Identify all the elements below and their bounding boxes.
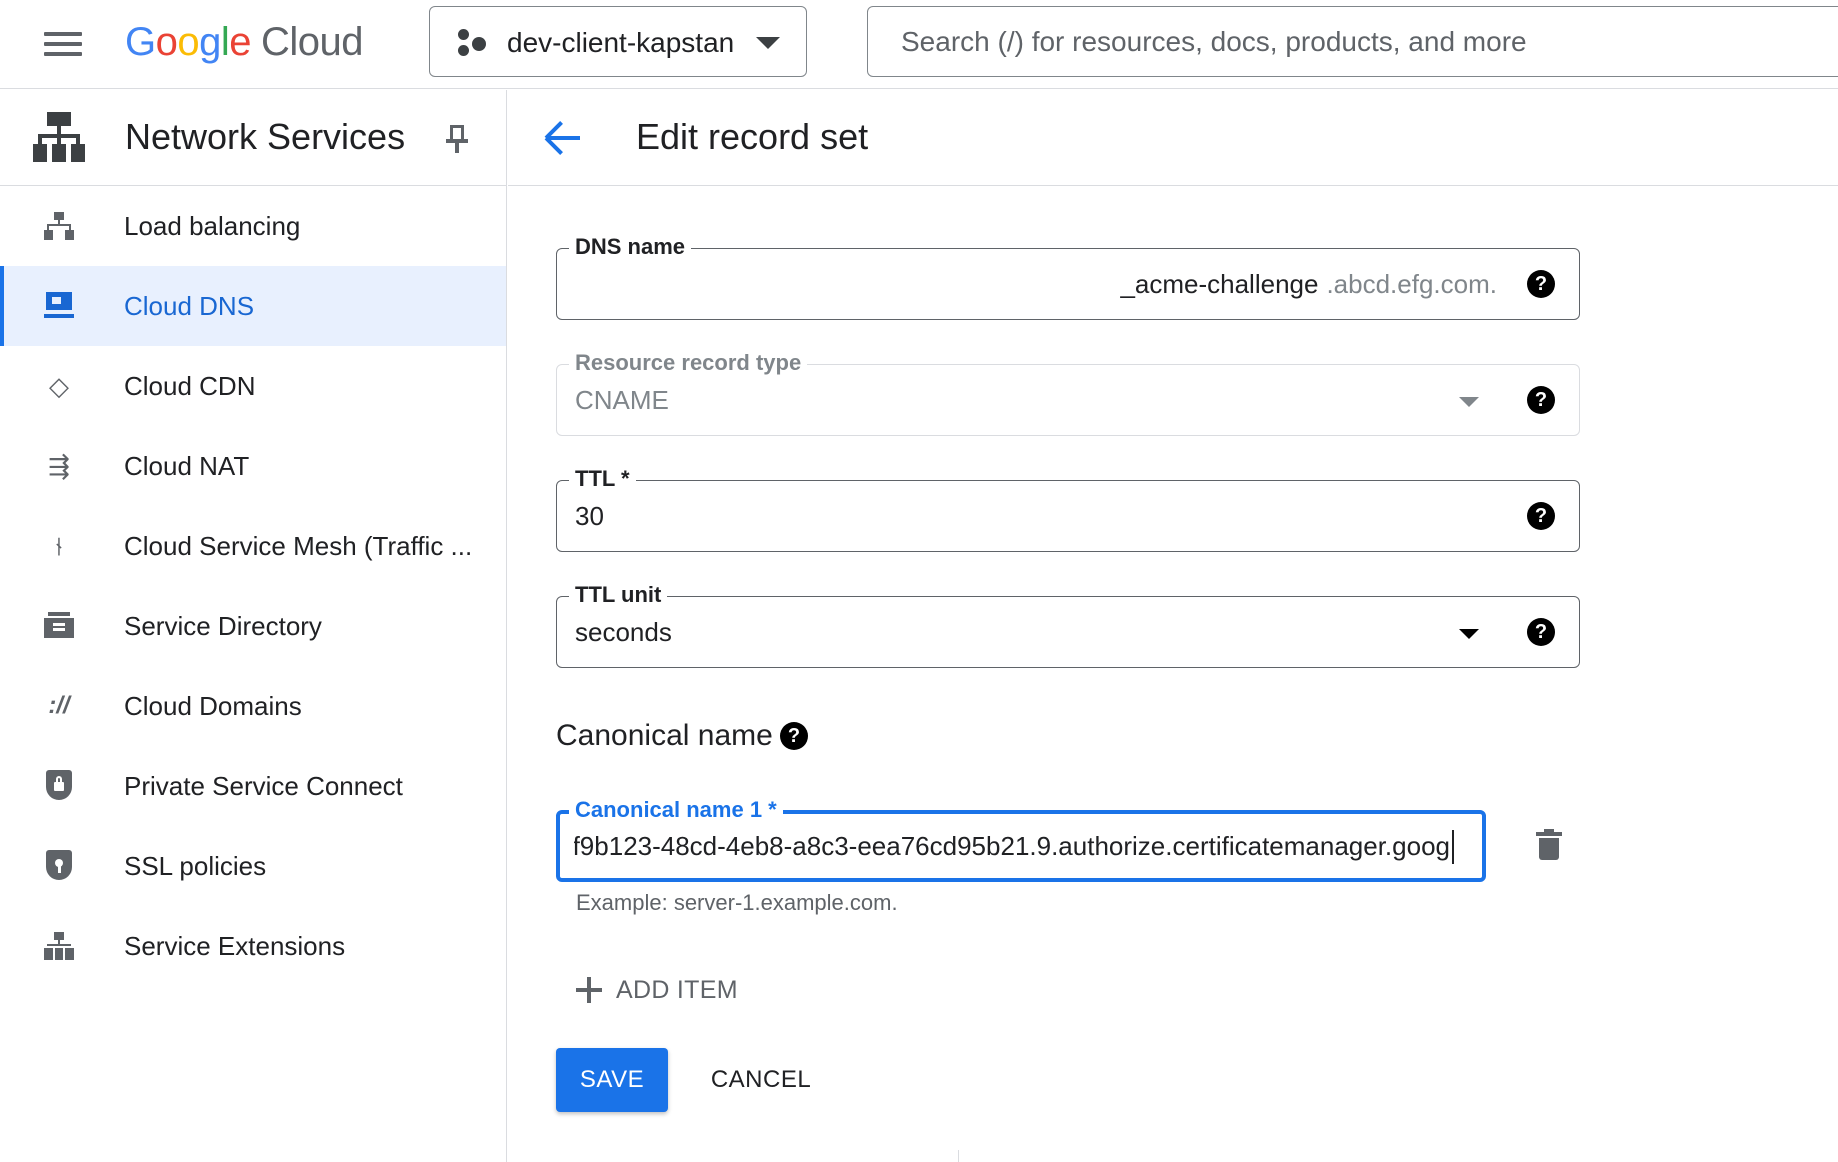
dns-name-label: DNS name bbox=[569, 233, 692, 261]
page-header: Edit record set bbox=[508, 90, 1838, 186]
record-type-value: CNAME bbox=[575, 385, 669, 415]
sidebar-item-label: Cloud NAT bbox=[124, 451, 250, 481]
private-service-connect-icon bbox=[42, 770, 76, 802]
canonical-name-input[interactable]: 7f9b123-48cd-4eb8-a8c3-eea76cd95b21.9.au… bbox=[574, 814, 1470, 878]
sidebar-item-label: Service Directory bbox=[124, 611, 322, 641]
pin-icon[interactable] bbox=[444, 125, 470, 155]
sidebar-item-label: Load balancing bbox=[124, 211, 301, 241]
ttl-input[interactable]: 30 bbox=[575, 499, 604, 533]
sidebar-item-label: Service Extensions bbox=[124, 931, 346, 961]
sidebar-item-label: Cloud Service Mesh (Traffic ... bbox=[124, 531, 473, 561]
ttl-unit-select[interactable]: TTL unit seconds ? bbox=[556, 581, 1580, 668]
save-button[interactable]: SAVE bbox=[556, 1048, 668, 1112]
top-bar: Google Cloud dev-client-kapstan bbox=[0, 0, 1838, 89]
sidebar-title: Network Services bbox=[125, 116, 406, 157]
plus-icon bbox=[576, 977, 602, 1003]
cloud-cdn-icon: ◇ bbox=[49, 371, 69, 401]
sidebar-item-ssl-policies[interactable]: SSL policies bbox=[0, 826, 506, 906]
sidebar-item-service-directory[interactable]: Service Directory bbox=[0, 586, 506, 666]
service-extensions-icon bbox=[42, 930, 76, 962]
sidebar-item-cloud-service-mesh[interactable]: ⫮ Cloud Service Mesh (Traffic ... bbox=[0, 506, 506, 586]
help-icon[interactable]: ? bbox=[1527, 386, 1555, 414]
sidebar-item-private-service-connect[interactable]: Private Service Connect bbox=[0, 746, 506, 826]
cancel-button[interactable]: CANCEL bbox=[686, 1048, 836, 1112]
google-cloud-logo[interactable]: Google Cloud bbox=[125, 16, 364, 68]
search-input[interactable] bbox=[868, 7, 1838, 76]
trash-icon[interactable] bbox=[1536, 829, 1562, 860]
sidebar-item-label: Cloud DNS bbox=[124, 291, 255, 321]
project-picker[interactable]: dev-client-kapstan bbox=[429, 6, 807, 77]
service-mesh-icon: ⫮ bbox=[55, 531, 63, 561]
sidebar-nav: Load balancing Cloud DNS ◇ Cloud CDN ⇶ C… bbox=[0, 186, 506, 986]
add-item-label: ADD ITEM bbox=[616, 975, 738, 1004]
ttl-unit-value[interactable]: seconds bbox=[575, 615, 672, 649]
sidebar-header: Network Services bbox=[0, 90, 506, 186]
hamburger-menu-icon[interactable] bbox=[44, 28, 84, 58]
chevron-down-icon bbox=[756, 37, 780, 49]
dropdown-arrow-icon[interactable] bbox=[1459, 629, 1479, 639]
text-cursor bbox=[1452, 830, 1454, 864]
ttl-label: TTL * bbox=[569, 465, 636, 493]
canonical-name-heading: Canonical name bbox=[556, 719, 773, 752]
ttl-unit-label: TTL unit bbox=[569, 581, 668, 609]
sidebar-item-label: Cloud Domains bbox=[124, 691, 302, 721]
sidebar-item-label: Private Service Connect bbox=[124, 771, 403, 801]
cloud-dns-icon bbox=[42, 290, 76, 322]
back-arrow-icon[interactable] bbox=[544, 120, 584, 156]
project-hierarchy-icon bbox=[458, 29, 488, 57]
sidebar-item-label: Cloud CDN bbox=[124, 371, 256, 401]
network-services-icon bbox=[32, 112, 86, 164]
load-balancing-icon bbox=[42, 210, 76, 242]
record-type-select: Resource record type CNAME ? bbox=[556, 349, 1580, 436]
add-item-button[interactable]: ADD ITEM bbox=[576, 970, 738, 1010]
sidebar-item-service-extensions[interactable]: Service Extensions bbox=[0, 906, 506, 986]
sidebar-item-cloud-domains[interactable]: :// Cloud Domains bbox=[0, 666, 506, 746]
dropdown-arrow-icon bbox=[1459, 397, 1479, 407]
dns-name-value[interactable]: _acme-challenge .abcd.efg.com. bbox=[1120, 267, 1497, 301]
dns-name-field[interactable]: DNS name _acme-challenge .abcd.efg.com. ? bbox=[556, 233, 1580, 320]
search-bar[interactable] bbox=[867, 6, 1838, 77]
sidebar-item-cloud-cdn[interactable]: ◇ Cloud CDN bbox=[0, 346, 506, 426]
help-icon[interactable]: ? bbox=[1527, 618, 1555, 646]
sidebar: Network Services Load balancing Cloud DN… bbox=[0, 90, 507, 1162]
canonical-name-field[interactable]: Canonical name 1 * 7f9b123-48cd-4eb8-a8c… bbox=[556, 796, 1486, 882]
sidebar-item-cloud-dns[interactable]: Cloud DNS bbox=[0, 266, 506, 346]
dns-name-suffix: .abcd.efg.com. bbox=[1326, 269, 1497, 299]
page-title: Edit record set bbox=[636, 116, 869, 157]
cloud-nat-icon: ⇶ bbox=[48, 451, 70, 481]
ttl-field[interactable]: TTL * 30 ? bbox=[556, 465, 1580, 552]
sidebar-item-cloud-nat[interactable]: ⇶ Cloud NAT bbox=[0, 426, 506, 506]
help-icon[interactable]: ? bbox=[1527, 502, 1555, 530]
service-directory-icon bbox=[42, 610, 76, 642]
sidebar-item-load-balancing[interactable]: Load balancing bbox=[0, 186, 506, 266]
main-content: Edit record set DNS name _acme-challenge… bbox=[508, 90, 1838, 1162]
divider bbox=[958, 1150, 959, 1162]
canonical-name-value: 7f9b123-48cd-4eb8-a8c3-eea76cd95b21.9.au… bbox=[574, 831, 1450, 861]
cloud-domains-icon: :// bbox=[48, 692, 70, 719]
record-type-label: Resource record type bbox=[569, 349, 808, 377]
help-icon[interactable]: ? bbox=[1527, 270, 1555, 298]
ssl-policies-icon bbox=[42, 850, 76, 882]
help-icon[interactable]: ? bbox=[780, 722, 808, 750]
canonical-name-hint: Example: server-1.example.com. bbox=[576, 890, 898, 915]
sidebar-item-label: SSL policies bbox=[124, 851, 267, 881]
project-name: dev-client-kapstan bbox=[507, 27, 735, 58]
